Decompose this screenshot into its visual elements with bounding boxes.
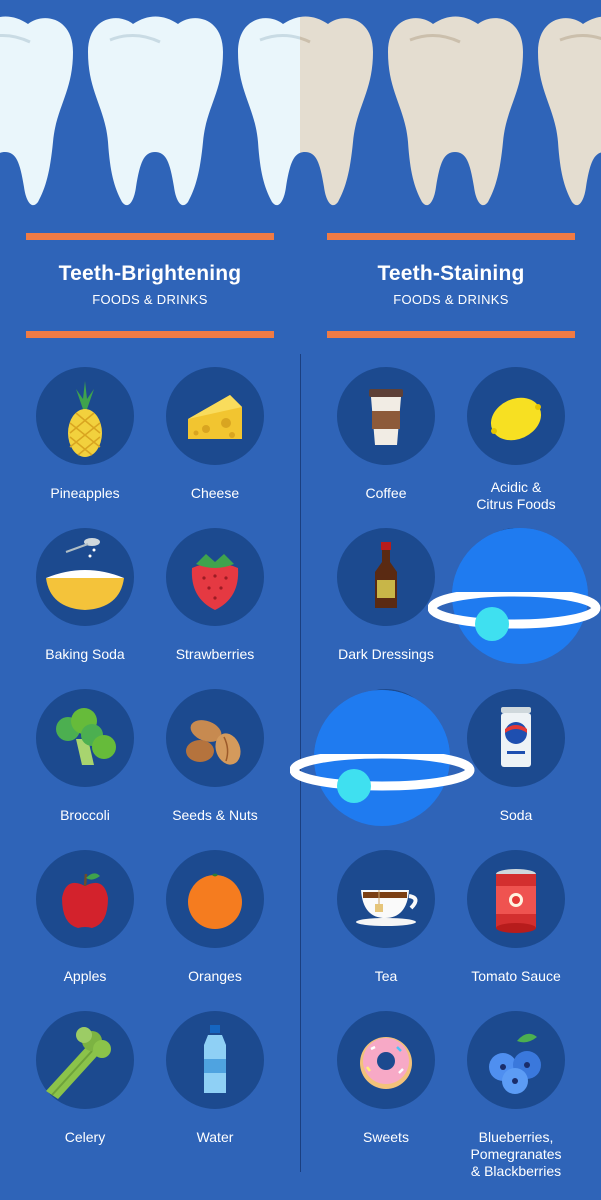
accent-bar-bottom: [26, 331, 274, 338]
nuts-icon: [166, 689, 264, 787]
list-item-baking-soda: Baking Soda: [20, 528, 150, 663]
accent-bar-top: [327, 233, 575, 240]
lemon-icon: [467, 367, 565, 465]
item-label: Acidic & Citrus Foods: [476, 479, 556, 512]
apple-icon: [36, 850, 134, 948]
item-label: Sweets: [363, 1129, 409, 1145]
item-label: Strawberries: [175, 646, 255, 662]
berries-icon: [467, 1011, 565, 1109]
item-label: Oranges: [188, 968, 242, 984]
list-item-oranges: Oranges: [150, 850, 280, 985]
tea-cup-icon: [337, 850, 435, 948]
left-column-subtitle: FOODS & DRINKS: [92, 292, 208, 307]
accent-bar-top: [26, 233, 274, 240]
item-label: Seeds & Nuts: [172, 807, 258, 823]
item-label: Tomato Sauce: [471, 968, 561, 984]
list-item-coffee: Coffee: [321, 367, 451, 502]
right-column-title: Teeth-Staining: [377, 262, 525, 285]
broccoli-icon: [36, 689, 134, 787]
item-label: Cheese: [190, 485, 240, 501]
item-label: Broccoli: [60, 807, 110, 823]
coffee-cup-icon: [337, 367, 435, 465]
dressing-bottle-icon: [337, 528, 435, 626]
item-label: Coffee: [365, 485, 407, 501]
list-item-seeds-nuts: Seeds & Nuts: [150, 689, 280, 824]
strawberry-icon: [166, 528, 264, 626]
list-item-broccoli: Broccoli: [20, 689, 150, 824]
right-column-subtitle: FOODS & DRINKS: [393, 292, 509, 307]
list-item-tea: Tea: [321, 850, 451, 985]
list-item-celery: Celery: [20, 1011, 150, 1146]
list-item-citrus: Acidic & Citrus Foods: [451, 367, 581, 513]
water-bottle-icon: [166, 1011, 264, 1109]
donut-icon: [337, 1011, 435, 1109]
baking-soda-icon: [36, 528, 134, 626]
right-column-header: Teeth-Staining FOODS & DRINKS: [327, 233, 575, 338]
item-label: Apples: [63, 968, 107, 984]
left-column-header: Teeth-Brightening FOODS & DRINKS: [26, 233, 274, 338]
pineapple-icon: [36, 367, 134, 465]
list-item-pineapples: Pineapples: [20, 367, 150, 502]
celery-icon: [36, 1011, 134, 1109]
item-label: Tea: [374, 968, 398, 984]
orange-icon: [166, 850, 264, 948]
list-item-strawberries: Strawberries: [150, 528, 280, 663]
list-item-sweets: Sweets: [321, 1011, 451, 1146]
accent-bar-bottom: [327, 331, 575, 338]
item-label: Celery: [64, 1129, 106, 1145]
left-column-title: Teeth-Brightening: [58, 262, 242, 285]
cheese-icon: [166, 367, 264, 465]
tomato-sauce-can-icon: [467, 850, 565, 948]
soda-can-icon: [467, 689, 565, 787]
list-item-tomato-sauce: Tomato Sauce: [451, 850, 581, 985]
orbit-orb-icon: [428, 528, 601, 664]
list-item-water: Water: [150, 1011, 280, 1146]
list-item-cheese: Cheese: [150, 367, 280, 502]
orbit-orb-icon: [290, 690, 475, 826]
item-label: Baking Soda: [45, 646, 125, 662]
item-label: Pineapples: [50, 485, 120, 501]
teeth-banner: [0, 16, 601, 206]
item-label: Blueberries, Pomegranates & Blackberries: [470, 1129, 562, 1179]
list-item-berries: Blueberries, Pomegranates & Blackberries: [451, 1011, 581, 1180]
list-item-apples: Apples: [20, 850, 150, 985]
item-label: Water: [196, 1129, 234, 1145]
